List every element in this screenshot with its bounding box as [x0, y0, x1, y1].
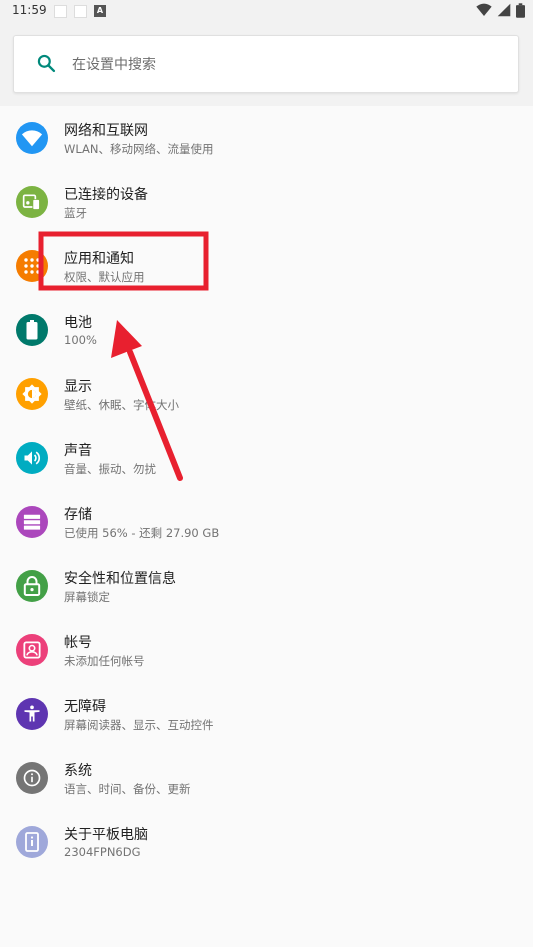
status-bar: 11:59 A	[0, 0, 533, 22]
devices-icon	[16, 186, 48, 218]
settings-item-accessibility[interactable]: 无障碍 屏幕阅读器、显示、互动控件	[0, 682, 533, 746]
notification-icon	[74, 5, 87, 18]
settings-item-title: 系统	[64, 763, 92, 779]
status-icons	[476, 3, 525, 19]
settings-item-subtitle: 已使用 56% - 还剩 27.90 GB	[64, 526, 220, 540]
wifi-icon	[16, 122, 48, 154]
settings-item-subtitle: 100%	[64, 333, 97, 347]
settings-item-subtitle: 屏幕锁定	[64, 590, 110, 604]
settings-item-system[interactable]: 系统 语言、时间、备份、更新	[0, 746, 533, 810]
settings-item-title: 声音	[64, 443, 92, 459]
settings-item-apps-notifications[interactable]: 应用和通知 权限、默认应用	[0, 234, 533, 298]
storage-icon	[16, 506, 48, 538]
settings-item-accounts[interactable]: 帐号 未添加任何帐号	[0, 618, 533, 682]
lock-icon	[16, 570, 48, 602]
settings-item-title: 关于平板电脑	[64, 827, 148, 843]
settings-item-connected-devices[interactable]: 已连接的设备 蓝牙	[0, 170, 533, 234]
settings-item-subtitle: 语言、时间、备份、更新	[64, 782, 191, 796]
settings-item-subtitle: 2304FPN6DG	[64, 845, 141, 859]
settings-list: 网络和互联网 WLAN、移动网络、流量使用 已连接的设备 蓝牙 应用和通知 权限…	[0, 106, 533, 947]
apps-icon	[16, 250, 48, 282]
settings-item-title: 无障碍	[64, 699, 106, 715]
settings-item-title: 应用和通知	[64, 251, 134, 267]
settings-item-subtitle: 未添加任何帐号	[64, 654, 145, 668]
wifi-status-icon	[476, 3, 492, 16]
battery-icon	[16, 314, 48, 346]
search-bar[interactable]: 在设置中搜索	[13, 35, 519, 93]
account-icon	[16, 634, 48, 666]
settings-item-title: 存储	[64, 507, 92, 523]
keyboard-icon: A	[94, 5, 106, 17]
status-time: 11:59	[12, 3, 47, 17]
settings-item-network[interactable]: 网络和互联网 WLAN、移动网络、流量使用	[0, 106, 533, 170]
notification-icon	[54, 5, 67, 18]
brightness-icon	[16, 378, 48, 410]
settings-item-about-tablet[interactable]: 关于平板电脑 2304FPN6DG	[0, 810, 533, 874]
search-icon	[36, 53, 56, 77]
settings-item-title: 网络和互联网	[64, 123, 148, 139]
settings-item-subtitle: 音量、振动、勿扰	[64, 462, 156, 476]
settings-item-display[interactable]: 显示 壁纸、休眠、字体大小	[0, 362, 533, 426]
accessibility-icon	[16, 698, 48, 730]
settings-item-sound[interactable]: 声音 音量、振动、勿扰	[0, 426, 533, 490]
settings-item-subtitle: 蓝牙	[64, 206, 87, 220]
battery-status-icon	[516, 3, 525, 18]
info-icon	[16, 762, 48, 794]
settings-item-security-location[interactable]: 安全性和位置信息 屏幕锁定	[0, 554, 533, 618]
settings-item-subtitle: 壁纸、休眠、字体大小	[64, 398, 179, 412]
search-section: 在设置中搜索	[0, 22, 533, 106]
tablet-icon	[16, 826, 48, 858]
settings-item-title: 帐号	[64, 635, 92, 651]
settings-item-battery[interactable]: 电池 100%	[0, 298, 533, 362]
settings-item-subtitle: WLAN、移动网络、流量使用	[64, 142, 214, 156]
volume-icon	[16, 442, 48, 474]
settings-item-subtitle: 权限、默认应用	[64, 270, 145, 284]
settings-item-title: 已连接的设备	[64, 187, 148, 203]
signal-status-icon	[497, 3, 511, 17]
settings-item-storage[interactable]: 存储 已使用 56% - 还剩 27.90 GB	[0, 490, 533, 554]
settings-item-subtitle: 屏幕阅读器、显示、互动控件	[64, 718, 214, 732]
settings-item-title: 安全性和位置信息	[64, 571, 176, 587]
settings-item-title: 电池	[64, 315, 92, 331]
search-placeholder: 在设置中搜索	[72, 57, 156, 73]
settings-item-title: 显示	[64, 379, 92, 395]
